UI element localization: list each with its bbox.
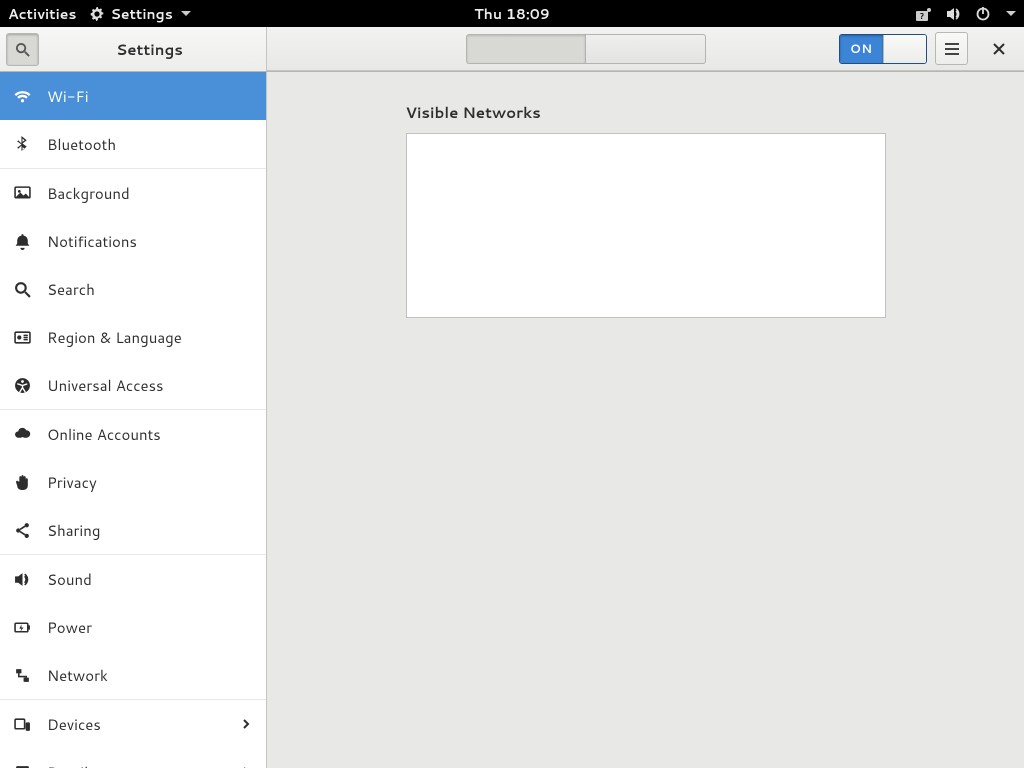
wifi-icon xyxy=(14,88,31,105)
background-icon xyxy=(14,185,31,202)
share-icon xyxy=(14,522,31,539)
search-button[interactable] xyxy=(6,33,39,66)
hamburger-icon xyxy=(945,43,959,55)
hand-icon xyxy=(14,474,31,491)
sidebar-item-label: Notifications xyxy=(47,231,252,252)
sidebar-item-label: Search xyxy=(47,279,252,300)
sidebar-item-sharing[interactable]: Sharing xyxy=(0,506,266,554)
search-icon xyxy=(14,281,31,298)
settings-gear-icon xyxy=(90,7,104,21)
sidebar-item-region[interactable]: Region & Language xyxy=(0,313,266,361)
volume-icon[interactable] xyxy=(946,7,962,21)
sidebar-item-bluetooth[interactable]: Bluetooth xyxy=(0,120,266,168)
activities-button[interactable]: Activities xyxy=(8,4,76,24)
sidebar-item-label: Wi-Fi xyxy=(47,86,252,107)
content-pane: Visible Networks xyxy=(267,72,1024,768)
battery-icon xyxy=(14,619,31,636)
sidebar-item-background[interactable]: Background xyxy=(0,169,266,217)
svg-text:?: ? xyxy=(920,10,924,21)
power-icon[interactable] xyxy=(976,7,990,21)
sidebar-item-label: Online Accounts xyxy=(47,424,252,445)
sidebar-item-label: Network xyxy=(47,665,252,686)
headerbar-right: ON xyxy=(267,27,1024,71)
system-menu-chevron-icon[interactable] xyxy=(1006,11,1016,16)
sidebar-item-label: Devices xyxy=(47,714,224,735)
view-switcher xyxy=(466,34,706,64)
devices-icon xyxy=(14,716,31,733)
app-menu[interactable]: Settings xyxy=(90,4,190,24)
sidebar-item-label: Bluetooth xyxy=(47,134,252,155)
headerbar-left: Settings xyxy=(0,27,267,71)
switch-on-label: ON xyxy=(840,35,883,63)
sidebar-item-network[interactable]: Network xyxy=(0,651,266,699)
region-icon xyxy=(14,329,31,346)
app-menu-label: Settings xyxy=(110,4,172,24)
section-title: Visible Networks xyxy=(406,102,886,123)
bluetooth-icon xyxy=(14,136,31,153)
sidebar-item-wifi[interactable]: Wi-Fi xyxy=(0,72,266,120)
sidebar-item-notifications[interactable]: Notifications xyxy=(0,217,266,265)
search-icon xyxy=(15,42,30,57)
view-switcher-seg-2[interactable] xyxy=(586,34,706,64)
window-close-button[interactable] xyxy=(982,32,1016,66)
chevron-right-icon xyxy=(240,718,252,730)
info-icon xyxy=(14,764,31,768)
switch-knob xyxy=(883,35,927,63)
visible-networks-list[interactable] xyxy=(406,133,886,318)
sidebar-item-label: Details xyxy=(47,762,224,768)
speaker-icon xyxy=(14,571,31,588)
sidebar-item-label: Background xyxy=(47,183,252,204)
chevron-down-icon xyxy=(181,11,191,16)
sidebar-item-universal[interactable]: Universal Access xyxy=(0,361,266,409)
settings-sidebar: Wi-Fi Bluetooth Background Notifications Sea… xyxy=(0,72,267,768)
network-icon xyxy=(14,667,31,684)
sidebar-item-privacy[interactable]: Privacy xyxy=(0,458,266,506)
settings-window: Settings ON Wi-Fi Bluetooth Background Noti… xyxy=(0,27,1024,768)
sidebar-item-label: Privacy xyxy=(47,472,252,493)
sidebar-item-devices[interactable]: Devices xyxy=(0,700,266,748)
keyboard-indicator-icon[interactable]: ? xyxy=(916,7,932,21)
sidebar-item-power[interactable]: Power xyxy=(0,603,266,651)
sidebar-item-label: Power xyxy=(47,617,252,638)
sidebar-item-online[interactable]: Online Accounts xyxy=(0,410,266,458)
window-headerbar: Settings ON xyxy=(0,27,1024,72)
bell-icon xyxy=(14,233,31,250)
cloud-key-icon xyxy=(14,426,31,443)
wifi-toggle[interactable]: ON xyxy=(839,34,927,64)
sidebar-item-search-cat[interactable]: Search xyxy=(0,265,266,313)
sidebar-item-label: Universal Access xyxy=(47,375,252,396)
clock[interactable]: Thu 18:09 xyxy=(474,4,549,24)
hamburger-menu-button[interactable] xyxy=(935,32,968,65)
sidebar-title: Settings xyxy=(116,39,183,60)
view-switcher-seg-1[interactable] xyxy=(466,34,586,64)
accessibility-icon xyxy=(14,377,31,394)
sidebar-item-label: Sharing xyxy=(47,520,252,541)
sidebar-item-label: Region & Language xyxy=(47,327,252,348)
gnome-topbar: Activities Settings Thu 18:09 ? xyxy=(0,0,1024,27)
sidebar-item-sound[interactable]: Sound xyxy=(0,555,266,603)
sidebar-item-label: Sound xyxy=(47,569,252,590)
close-icon xyxy=(993,43,1005,55)
sidebar-item-details[interactable]: Details xyxy=(0,748,266,768)
